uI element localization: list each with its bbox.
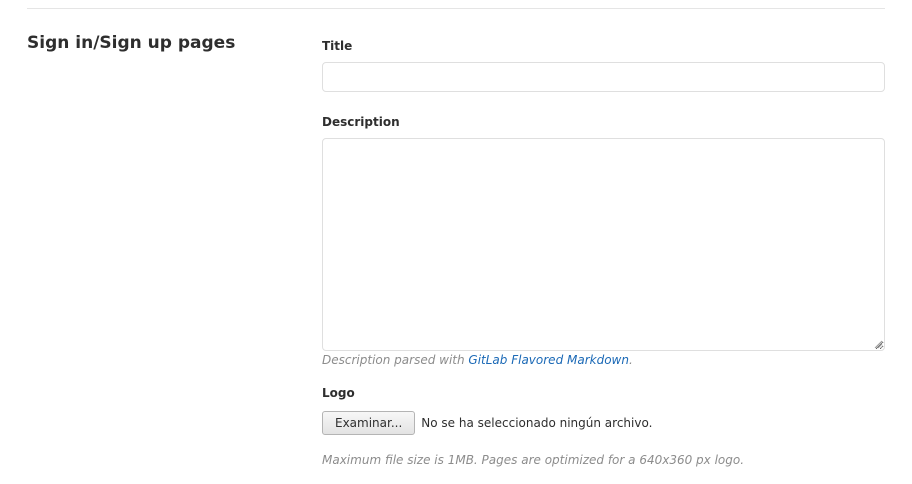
logo-help: Maximum file size is 1MB. Pages are opti… xyxy=(322,453,745,467)
markdown-help-link[interactable]: GitLab Flavored Markdown xyxy=(468,353,629,367)
description-textarea[interactable] xyxy=(322,138,885,351)
description-help-suffix: . xyxy=(628,353,633,367)
title-label: Title xyxy=(322,39,353,53)
description-help: Description parsed with GitLab Flavored … xyxy=(322,352,633,368)
logo-label: Logo xyxy=(322,386,355,400)
description-help-prefix: Description parsed with xyxy=(322,353,469,367)
section-title: Sign in/Sign up pages xyxy=(27,33,236,53)
logo-file-status: No se ha seleccionado ningún archivo. xyxy=(421,416,653,430)
description-label: Description xyxy=(322,115,400,129)
title-input[interactable] xyxy=(322,62,885,92)
logo-file-picker: Examinar... No se ha seleccionado ningún… xyxy=(322,411,652,435)
logo-browse-button[interactable]: Examinar... xyxy=(322,411,416,435)
section-divider xyxy=(27,8,885,9)
